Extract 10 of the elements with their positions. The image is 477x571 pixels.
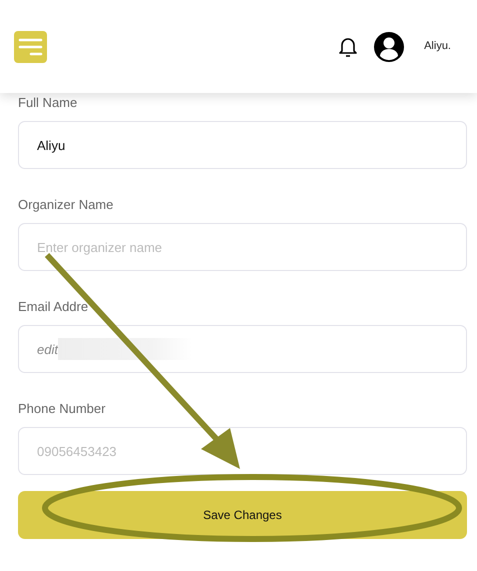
field-label: Phone Number	[18, 401, 106, 417]
input-field[interactable]: Enter organizer name	[18, 223, 467, 271]
field-label: Email Addre	[18, 299, 90, 315]
notification-bell-icon[interactable]	[338, 36, 358, 58]
input-field[interactable]: Aliyu	[18, 121, 467, 169]
field-label: Organizer Name	[18, 197, 114, 213]
user-name: Aliyu.	[424, 39, 451, 54]
field-label: Full Name	[18, 95, 78, 111]
input-field[interactable]: 09056453423	[18, 427, 467, 475]
user-avatar-icon[interactable]	[374, 32, 404, 62]
